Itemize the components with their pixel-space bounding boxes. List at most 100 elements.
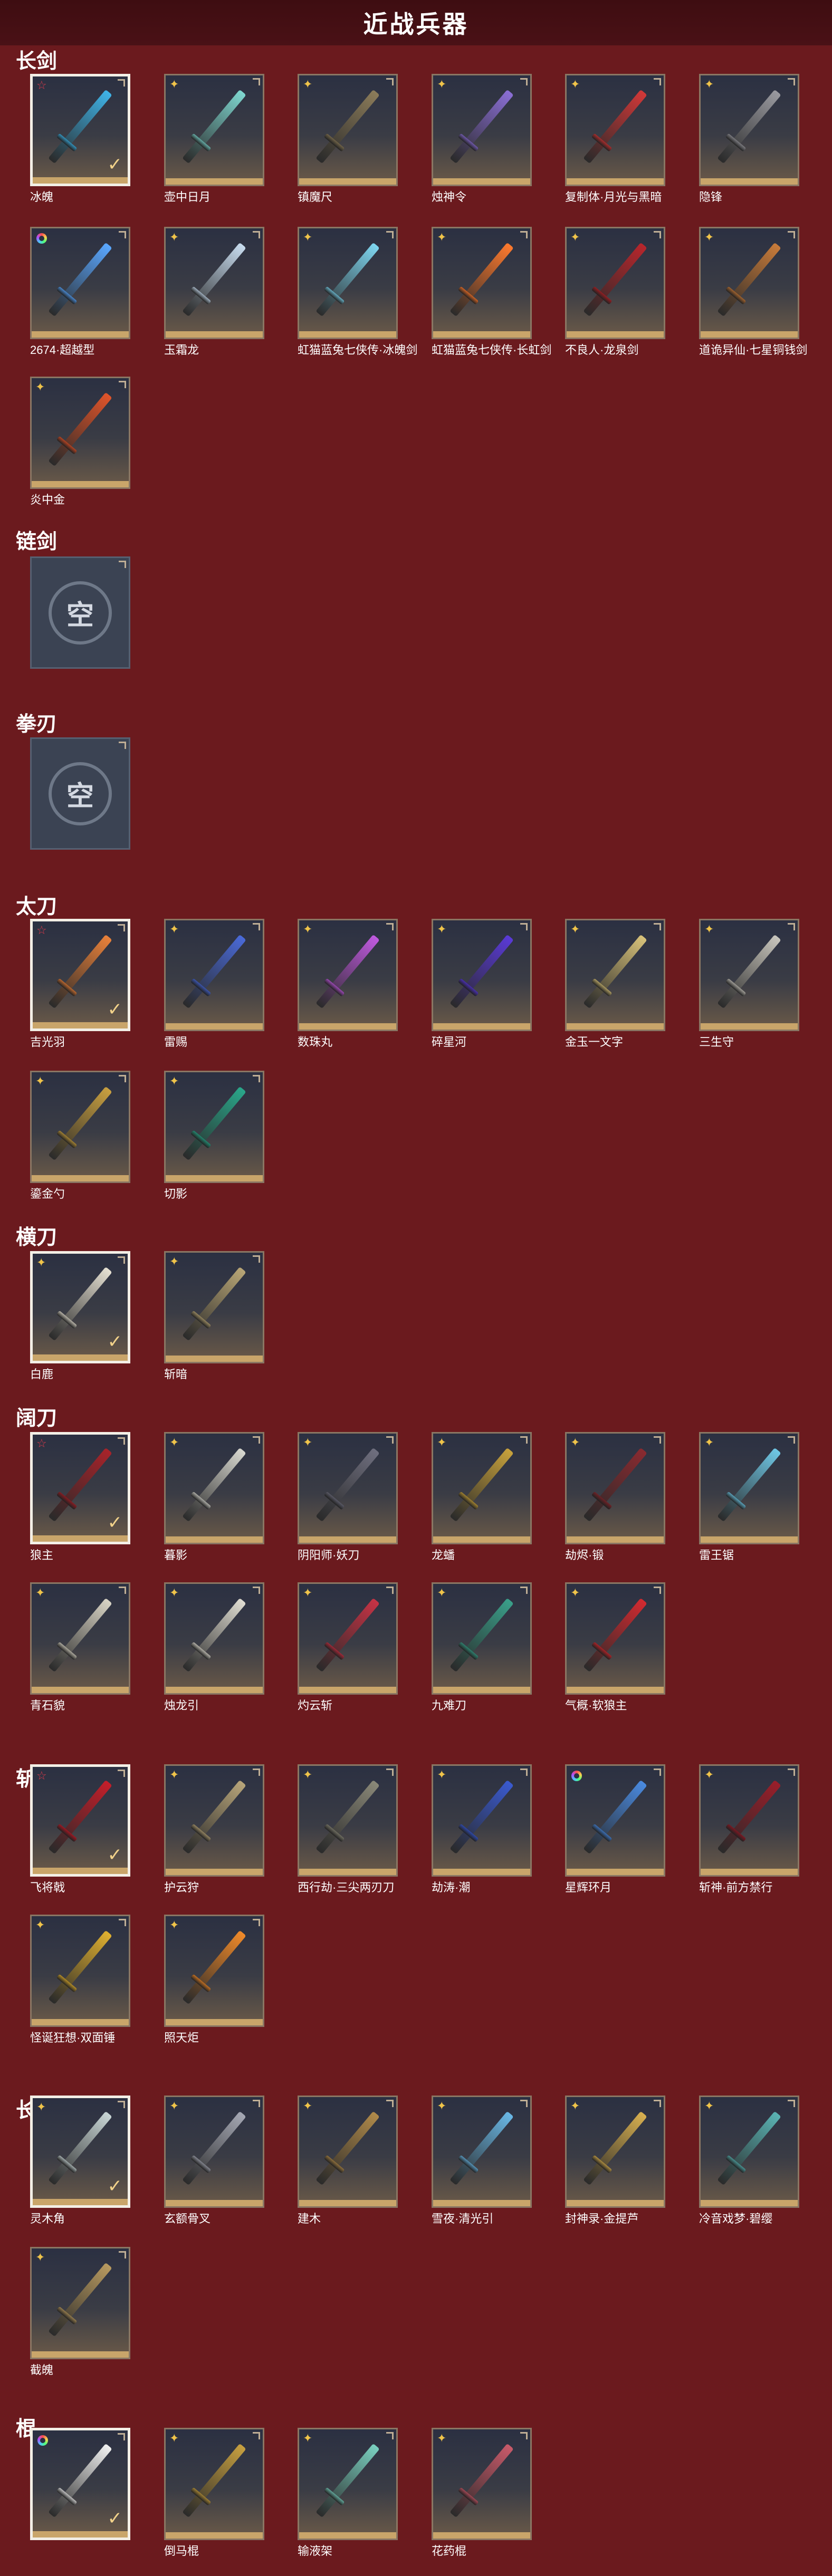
corner-mark-icon <box>253 1768 260 1776</box>
corner-mark-icon <box>119 1919 126 1926</box>
weapon-card[interactable]: ☆ ✓ 冰魄 <box>30 74 133 204</box>
weapon-card[interactable]: ✦ 封神录·金提芦 <box>565 2096 668 2225</box>
weapon-card[interactable]: ✦ 碎星河 <box>432 919 535 1049</box>
weapon-image-icon <box>182 1930 246 2004</box>
weapon-card[interactable]: ✦ 数珠丸 <box>298 919 401 1049</box>
weapon-card[interactable]: ✦ 气概·软狼主 <box>565 1582 668 1712</box>
weapon-thumbnail: ✦ <box>432 1764 532 1877</box>
corner-mark-icon <box>386 1768 394 1776</box>
weapon-image-icon <box>450 2111 514 2185</box>
weapon-card[interactable]: ✦ 炎中金 <box>30 377 133 506</box>
weapon-card[interactable]: ✦ 金玉一文字 <box>565 919 668 1049</box>
weapon-thumbnail: ✦ <box>298 1432 398 1544</box>
weapon-card[interactable]: ✦ 怪诞狂想·双面锤 <box>30 1915 133 2044</box>
category-title: 横刀 <box>16 1226 58 1249</box>
weapon-card[interactable]: ✦ 灼云斩 <box>298 1582 401 1712</box>
weapon-card[interactable]: ✦ 鎏金勺 <box>30 1071 133 1200</box>
weapon-card[interactable]: ✦ 阴阳师·妖刀 <box>298 1432 401 1562</box>
weapon-image-icon <box>48 2111 112 2185</box>
weapon-image-icon <box>315 1447 380 1522</box>
weapon-card[interactable]: ✦ 照天炬 <box>164 1915 267 2044</box>
weapon-card[interactable]: ✦ 斩暗 <box>164 1251 267 1381</box>
weapon-card[interactable]: ✦ 劫涛·潮 <box>432 1764 535 1894</box>
weapon-thumbnail: ✦ <box>298 74 398 186</box>
weapon-image-icon <box>450 1447 514 1522</box>
empty-slot[interactable]: 空 <box>30 737 133 857</box>
corner-mark-icon <box>386 2100 394 2107</box>
weapon-card[interactable]: 2674·超越型 <box>30 227 133 357</box>
weapon-card[interactable]: ✦ ✓ 灵木角 <box>30 2096 133 2225</box>
weapon-card[interactable]: ✦ 冷音戏梦·碧缨 <box>699 2096 802 2225</box>
weapon-card[interactable]: 星辉环月 <box>565 1764 668 1894</box>
weapon-card[interactable]: ✦ 道诡异仙·七星铜钱剑 <box>699 227 807 357</box>
corner-mark-icon <box>520 78 528 85</box>
weapon-image-icon <box>583 2111 647 2185</box>
weapon-card[interactable]: ☆ ✓ 狼主 <box>30 1432 133 1562</box>
weapon-card[interactable]: ✦ 九难刀 <box>432 1582 535 1712</box>
corner-mark-icon <box>520 923 528 930</box>
weapon-image-icon <box>315 1780 380 1854</box>
corner-mark-icon <box>520 2432 528 2439</box>
weapon-card[interactable]: ✦ 护云狩 <box>164 1764 267 1894</box>
weapon-label: 怪诞狂想·双面锤 <box>30 2031 116 2044</box>
category-title: 阔刀 <box>16 1407 58 1430</box>
weapon-thumbnail: ✦ <box>30 2247 130 2359</box>
weapon-label: 狼主 <box>30 1549 54 1562</box>
weapon-image-icon <box>315 934 380 1008</box>
weapon-card[interactable]: ✦ 倒马棍 <box>164 2428 267 2558</box>
weapon-card[interactable]: ✦ ✓ 白鹿 <box>30 1251 133 1381</box>
weapon-card[interactable]: ✦ 三生守 <box>699 919 802 1049</box>
weapon-thumbnail: ✦ <box>164 919 264 1031</box>
gold-star-icon: ✦ <box>169 2099 179 2112</box>
weapon-card[interactable]: ✦ 雷王锯 <box>699 1432 802 1562</box>
weapon-card[interactable]: ✦ 玉霜龙 <box>164 227 267 357</box>
weapon-card[interactable]: ✦ 龙蟠 <box>432 1432 535 1562</box>
weapon-card[interactable]: ✦ 虹猫蓝兔七侠传·冰魄剑 <box>298 227 417 357</box>
weapon-card[interactable]: ✓ <box>30 2428 133 2548</box>
weapon-thumbnail: ✦ <box>30 377 130 489</box>
weapon-label: 金玉一文字 <box>565 1035 624 1049</box>
weapon-card[interactable]: ✦ 西行劫·三尖两刃刀 <box>298 1764 401 1894</box>
corner-mark-icon <box>118 2101 125 2108</box>
weapon-card[interactable]: ✦ 烛龙引 <box>164 1582 267 1712</box>
weapon-card[interactable]: ✦ 雪夜·清光引 <box>432 2096 535 2225</box>
weapon-label: 雷王锯 <box>699 1549 734 1562</box>
weapon-card[interactable]: ☆ ✓ 吉光羽 <box>30 919 133 1049</box>
weapon-card[interactable]: ✦ 隐锋 <box>699 74 802 204</box>
weapon-label: 飞将戟 <box>30 1881 65 1894</box>
weapon-image-icon <box>182 2443 246 2517</box>
gold-star-icon: ✦ <box>169 2431 179 2445</box>
weapon-label: 复制体·月光与黑暗 <box>565 190 662 204</box>
weapon-card[interactable]: ✦ 青石貌 <box>30 1582 133 1712</box>
weapon-card[interactable]: ✦ 复制体·月光与黑暗 <box>565 74 668 204</box>
rainbow-ring-icon <box>571 1771 582 1781</box>
weapon-label: 烛神令 <box>432 190 467 204</box>
weapon-card[interactable]: ✦ 切影 <box>164 1071 267 1200</box>
weapon-card[interactable]: ✦ 输液架 <box>298 2428 401 2558</box>
weapon-card[interactable]: ✦ 截魄 <box>30 2247 133 2377</box>
weapon-card[interactable]: ✦ 镇魔尺 <box>298 74 401 204</box>
weapon-label: 玉霜龙 <box>164 343 199 357</box>
weapon-thumbnail: ✦ <box>164 1071 264 1183</box>
weapon-card[interactable]: ✦ 斩神·前方禁行 <box>699 1764 802 1894</box>
weapon-card[interactable]: ✦ 花药棍 <box>432 2428 535 2558</box>
weapon-card[interactable]: ✦ 不良人·龙泉剑 <box>565 227 668 357</box>
weapon-card[interactable]: ☆ ✓ 飞将戟 <box>30 1764 133 1894</box>
weapon-card[interactable]: ✦ 壶中日月 <box>164 74 267 204</box>
weapon-card[interactable]: ✦ 玄额骨叉 <box>164 2096 267 2225</box>
weapon-thumbnail: ✦ ✓ <box>30 1251 130 1363</box>
weapon-card[interactable]: ✦ 劫烬·锻 <box>565 1432 668 1562</box>
weapon-image-icon <box>48 934 112 1008</box>
weapon-card[interactable]: ✦ 暮影 <box>164 1432 267 1562</box>
weapon-image-icon <box>48 242 112 316</box>
weapon-image-icon <box>315 89 380 164</box>
weapon-card[interactable]: ✦ 雷赐 <box>164 919 267 1049</box>
weapon-card[interactable]: ✦ 烛神令 <box>432 74 535 204</box>
equipped-check-icon: ✓ <box>107 1845 123 1865</box>
weapon-card[interactable]: ✦ 建木 <box>298 2096 401 2225</box>
weapon-image-icon <box>315 242 380 316</box>
weapon-label: 劫涛·潮 <box>432 1881 471 1894</box>
empty-slot[interactable]: 空 <box>30 556 133 676</box>
corner-mark-icon <box>520 231 528 238</box>
weapon-card[interactable]: ✦ 虹猫蓝兔七侠传·长虹剑 <box>432 227 551 357</box>
